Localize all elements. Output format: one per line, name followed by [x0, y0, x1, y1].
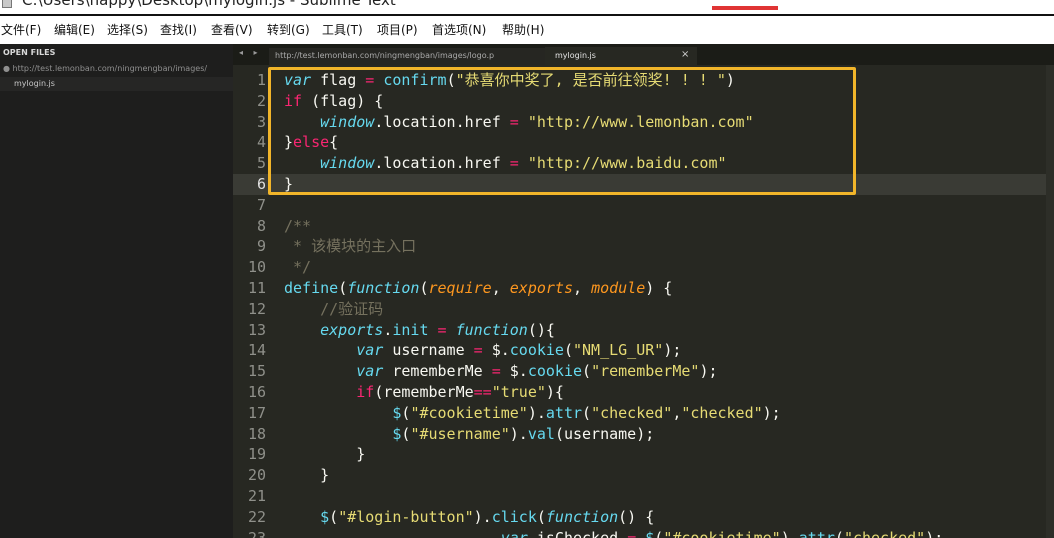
line-number: 7 — [256, 195, 266, 214]
sidebar-file-label: http://test.lemonban.com/ningmengban/ima… — [12, 64, 208, 73]
sidebar-file-logo[interactable]: ● http://test.lemonban.com/ningmengban/i… — [3, 64, 207, 73]
code-text: var rememberMe = $.cookie("rememberMe"); — [356, 362, 718, 381]
line-number: 16 — [247, 383, 266, 401]
line-number: 23 — [247, 528, 266, 538]
code-text: var isChecked = $("#cookietime").attr("c… — [500, 528, 944, 538]
code-line[interactable]: 1 var flag = confirm("恭喜你中奖了, 是否前往领奖! ! !… — [233, 70, 1054, 91]
title-bar: C:\Users\happy\Desktop\mylogin.js - Subl… — [0, 0, 1054, 16]
open-files-header: OPEN FILES — [3, 48, 56, 57]
line-number: 18 — [247, 424, 266, 443]
code-text: $("#login-button").click(function() { — [320, 507, 655, 526]
code-line[interactable]: 7 — [233, 195, 1054, 216]
menu-find[interactable]: 查找(I) — [160, 16, 197, 44]
code-line[interactable]: 9 * 该模块的主入口 — [233, 236, 1054, 257]
app-icon — [2, 0, 12, 8]
code-line[interactable]: 5 window.location.href = "http://www.bai… — [233, 153, 1054, 174]
code-text: var flag = confirm("恭喜你中奖了, 是否前往领奖! ! ! … — [284, 71, 735, 89]
code-line[interactable]: 6} — [233, 174, 1054, 195]
code-line[interactable]: 10 */ — [233, 257, 1054, 278]
code-text: * 该模块的主入口 — [284, 237, 417, 256]
line-number: 17 — [247, 403, 266, 422]
line-number: 15 — [247, 362, 266, 381]
menu-selection[interactable]: 选择(S) — [107, 16, 148, 44]
code-line[interactable]: 14 var username = $.cookie("NM_LG_UR"); — [233, 340, 1054, 361]
window-title: C:\Users\happy\Desktop\mylogin.js - Subl… — [22, 0, 396, 9]
menu-file[interactable]: 文件(F) — [1, 16, 41, 44]
code-text: //验证码 — [320, 299, 384, 318]
line-number: 22 — [247, 507, 266, 526]
line-number: 5 — [256, 154, 266, 173]
code-line[interactable]: 4 }else{ — [233, 132, 1054, 153]
code-text: $("#cookietime").attr("checked","checked… — [392, 403, 781, 422]
code-text: $("#username").val(username); — [392, 424, 655, 443]
menu-edit[interactable]: 编辑(E) — [54, 16, 95, 44]
line-number: 14 — [247, 341, 266, 360]
code-line[interactable]: 16 if(rememberMe=="true"){ — [233, 382, 1054, 403]
sidebar: OPEN FILES ● http://test.lemonban.com/ni… — [0, 44, 233, 538]
tab-bar: ◂ ▸ http://test.lemonban.com/ningmengban… — [233, 44, 1054, 65]
line-number: 11 — [247, 279, 266, 297]
code-text: } — [284, 466, 330, 485]
title-bar-marker — [712, 6, 778, 10]
menu-goto[interactable]: 转到(G) — [267, 16, 310, 44]
code-line[interactable]: 3 window.location.href = "http://www.lem… — [233, 112, 1054, 133]
code-line[interactable]: 17 $("#cookietime").attr("checked","chec… — [233, 403, 1054, 424]
code-text: */ — [284, 258, 312, 277]
sidebar-file-label: mylogin.js — [14, 79, 55, 88]
code-editor[interactable]: 23 var isChecked = $("#cookietime").attr… — [233, 65, 1054, 538]
code-text: exports.init = function(){ — [320, 320, 555, 339]
code-text: if(rememberMe=="true"){ — [356, 383, 564, 401]
code-text: } — [284, 175, 294, 193]
line-number: 10 — [247, 258, 266, 277]
line-number: 13 — [247, 320, 266, 339]
line-number: 6 — [256, 175, 266, 193]
code-text: if (flag) { — [284, 91, 384, 110]
code-line[interactable]: 2 if (flag) { — [233, 91, 1054, 112]
tab-label: mylogin.js — [555, 51, 596, 60]
line-number: 9 — [256, 237, 266, 256]
code-line[interactable]: 19 } — [233, 444, 1054, 465]
line-number: 21 — [247, 487, 266, 505]
code-line[interactable]: 15 var rememberMe = $.cookie("rememberMe… — [233, 361, 1054, 382]
code-text: }else{ — [284, 133, 339, 152]
code-line[interactable]: 20 } — [233, 465, 1054, 486]
code-text: window.location.href = "http://www.baidu… — [320, 154, 727, 173]
tab-logo[interactable]: http://test.lemonban.com/ningmengban/ima… — [269, 48, 579, 65]
code-line[interactable]: 22 $("#login-button").click(function() { — [233, 507, 1054, 528]
code-line[interactable]: 8 /** — [233, 216, 1054, 237]
menu-tools[interactable]: 工具(T) — [322, 16, 363, 44]
tab-scroll-arrows-icon[interactable]: ◂ ▸ — [239, 48, 262, 57]
code-line[interactable]: 23 var isChecked = $("#cookietime").attr… — [233, 528, 1054, 538]
code-text: var username = $.cookie("NM_LG_UR"); — [356, 341, 682, 360]
code-text: } — [284, 445, 366, 464]
code-text: window.location.href = "http://www.lemon… — [320, 112, 754, 131]
unsaved-dot-icon: ● — [3, 64, 13, 73]
sidebar-file-mylogin[interactable]: mylogin.js — [0, 77, 233, 91]
vertical-scrollbar[interactable] — [1046, 65, 1054, 538]
line-number: 12 — [247, 299, 266, 318]
menu-preferences[interactable]: 首选项(N) — [432, 16, 486, 44]
line-number: 20 — [247, 466, 266, 485]
line-number: 8 — [256, 216, 266, 235]
menu-help[interactable]: 帮助(H) — [502, 16, 544, 44]
code-text: /** — [284, 216, 312, 235]
line-number: 19 — [247, 445, 266, 464]
menu-project[interactable]: 项目(P) — [377, 16, 418, 44]
code-text: define(function(require, exports, module… — [284, 279, 673, 297]
tab-mylogin[interactable]: mylogin.js × — [545, 47, 697, 65]
line-number: 4 — [256, 133, 266, 152]
code-line[interactable]: 18 $("#username").val(username); — [233, 424, 1054, 445]
menu-bar: 文件(F) 编辑(E) 选择(S) 查找(I) 查看(V) 转到(G) 工具(T… — [0, 16, 1054, 44]
code-line[interactable]: 12 //验证码 — [233, 299, 1054, 320]
code-line[interactable]: 13 exports.init = function(){ — [233, 320, 1054, 341]
line-number: 2 — [256, 91, 266, 110]
code-line[interactable]: 21 — [233, 486, 1054, 507]
menu-view[interactable]: 查看(V) — [211, 16, 253, 44]
tab-label: http://test.lemonban.com/ningmengban/ima… — [275, 51, 495, 60]
code-line[interactable]: 11 define(function(require, exports, modu… — [233, 278, 1054, 299]
close-tab-icon[interactable]: × — [681, 49, 689, 60]
line-number: 3 — [256, 112, 266, 131]
line-number: 1 — [256, 71, 266, 89]
